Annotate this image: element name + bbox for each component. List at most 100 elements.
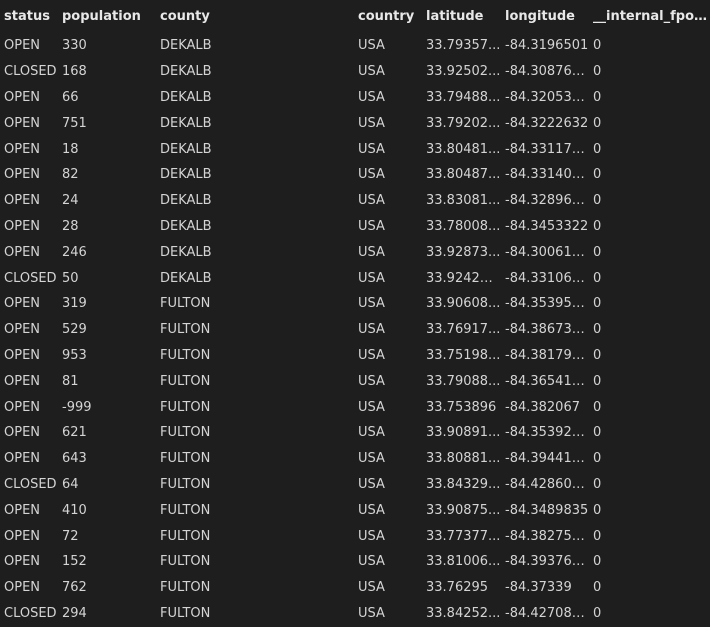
county-cell[interactable]: DEKALB (156, 193, 354, 208)
table-row[interactable]: OPEN 72 FULTON USA 33.77377... -84.382754... 0 (0, 523, 710, 549)
table-row[interactable]: OPEN 82 DEKALB USA 33.80487... -84.331409... 0 (0, 162, 710, 188)
country-cell[interactable]: USA (354, 193, 422, 208)
status-cell[interactable]: CLOSED (0, 271, 58, 286)
country-cell[interactable]: USA (354, 374, 422, 389)
status-cell[interactable]: OPEN (0, 167, 58, 182)
county-cell[interactable]: DEKALB (156, 271, 354, 286)
status-cell[interactable]: OPEN (0, 400, 58, 415)
longitude-cell[interactable]: -84.353951... (501, 296, 589, 311)
population-cell[interactable]: 621 (58, 425, 156, 440)
longitude-cell[interactable]: -84.365410... (501, 374, 589, 389)
table-row[interactable]: OPEN 246 DEKALB USA 33.92873... -84.300614...… (0, 239, 710, 265)
population-cell[interactable]: 152 (58, 554, 156, 569)
latitude-cell[interactable]: 33.81006... (422, 554, 501, 569)
internal-fpos-cell[interactable]: 0 (589, 271, 710, 286)
latitude-cell[interactable]: 33.90891... (422, 425, 501, 440)
table-row[interactable]: CLOSED 64 FULTON USA 33.84329... -84.428601..… (0, 472, 710, 498)
status-cell[interactable]: OPEN (0, 580, 58, 595)
internal-fpos-cell[interactable]: 0 (589, 64, 710, 79)
latitude-cell[interactable]: 33.84252... (422, 606, 501, 621)
country-cell[interactable]: USA (354, 64, 422, 79)
country-cell[interactable]: USA (354, 245, 422, 260)
country-cell[interactable]: USA (354, 38, 422, 53)
internal-fpos-cell[interactable]: 0 (589, 554, 710, 569)
table-row[interactable]: CLOSED 294 FULTON USA 33.84252... -84.427087.… (0, 601, 710, 627)
longitude-cell[interactable]: -84.3489835 (501, 503, 589, 518)
longitude-cell[interactable]: -84.331065... (501, 271, 589, 286)
country-cell[interactable]: USA (354, 580, 422, 595)
population-cell[interactable]: 246 (58, 245, 156, 260)
county-cell[interactable]: FULTON (156, 606, 354, 621)
population-cell[interactable]: 66 (58, 90, 156, 105)
county-cell[interactable]: DEKALB (156, 142, 354, 157)
country-cell[interactable]: USA (354, 142, 422, 157)
longitude-cell[interactable]: -84.382067 (501, 400, 589, 415)
table-row[interactable]: OPEN 529 FULTON USA 33.76917... -84.386731...… (0, 317, 710, 343)
latitude-cell[interactable]: 33.80487... (422, 167, 501, 182)
longitude-cell[interactable]: -84.37339 (501, 580, 589, 595)
county-cell[interactable]: FULTON (156, 425, 354, 440)
latitude-cell[interactable]: 33.90608... (422, 296, 501, 311)
longitude-cell[interactable]: -84.308765... (501, 64, 589, 79)
country-cell[interactable]: USA (354, 296, 422, 311)
country-cell[interactable]: USA (354, 348, 422, 363)
latitude-cell[interactable]: 33.79088... (422, 374, 501, 389)
country-cell[interactable]: USA (354, 219, 422, 234)
internal-fpos-cell[interactable]: 0 (589, 296, 710, 311)
status-cell[interactable]: OPEN (0, 296, 58, 311)
latitude-cell[interactable]: 33.77377... (422, 529, 501, 544)
county-cell[interactable]: DEKALB (156, 64, 354, 79)
population-cell[interactable]: 643 (58, 451, 156, 466)
county-cell[interactable]: DEKALB (156, 167, 354, 182)
country-cell[interactable]: USA (354, 606, 422, 621)
latitude-cell[interactable]: 33.92873... (422, 245, 501, 260)
county-cell[interactable]: DEKALB (156, 245, 354, 260)
status-cell[interactable]: OPEN (0, 90, 58, 105)
longitude-cell[interactable]: -84.300614... (501, 245, 589, 260)
population-cell[interactable]: -999 (58, 400, 156, 415)
latitude-cell[interactable]: 33.84329... (422, 477, 501, 492)
longitude-cell[interactable]: -84.3453322 (501, 219, 589, 234)
internal-fpos-cell[interactable]: 0 (589, 529, 710, 544)
internal-fpos-cell[interactable]: 0 (589, 348, 710, 363)
country-cell[interactable]: USA (354, 503, 422, 518)
country-cell[interactable]: USA (354, 425, 422, 440)
status-cell[interactable]: OPEN (0, 219, 58, 234)
table-row[interactable]: OPEN 18 DEKALB USA 33.80481... -84.331172... 0 (0, 136, 710, 162)
table-row[interactable]: OPEN 330 DEKALB USA 33.79357... -84.3196501 0 (0, 33, 710, 59)
longitude-cell[interactable]: -84.381791... (501, 348, 589, 363)
latitude-cell[interactable]: 33.92502... (422, 64, 501, 79)
county-cell[interactable]: FULTON (156, 451, 354, 466)
table-row[interactable]: CLOSED 168 DEKALB USA 33.92502... -84.308765.… (0, 59, 710, 85)
population-cell[interactable]: 330 (58, 38, 156, 53)
table-row[interactable]: OPEN -999 FULTON USA 33.753896 -84.382067 0 (0, 394, 710, 420)
country-cell[interactable]: USA (354, 116, 422, 131)
country-cell[interactable]: USA (354, 400, 422, 415)
longitude-cell[interactable]: -84.427087... (501, 606, 589, 621)
column-header-country[interactable]: country (354, 9, 422, 24)
population-cell[interactable]: 168 (58, 64, 156, 79)
internal-fpos-cell[interactable]: 0 (589, 116, 710, 131)
latitude-cell[interactable]: 33.79488... (422, 90, 501, 105)
longitude-cell[interactable]: -84.331409... (501, 167, 589, 182)
table-row[interactable]: OPEN 28 DEKALB USA 33.78008... -84.3453322 0 (0, 214, 710, 240)
county-cell[interactable]: FULTON (156, 296, 354, 311)
population-cell[interactable]: 529 (58, 322, 156, 337)
status-cell[interactable]: OPEN (0, 322, 58, 337)
county-cell[interactable]: FULTON (156, 348, 354, 363)
table-row[interactable]: OPEN 66 DEKALB USA 33.79488... -84.320531... 0 (0, 85, 710, 111)
status-cell[interactable]: CLOSED (0, 477, 58, 492)
column-header-status[interactable]: status (0, 9, 58, 24)
status-cell[interactable]: OPEN (0, 451, 58, 466)
country-cell[interactable]: USA (354, 451, 422, 466)
county-cell[interactable]: DEKALB (156, 116, 354, 131)
table-row[interactable]: OPEN 762 FULTON USA 33.76295 -84.37339 0 (0, 575, 710, 601)
longitude-cell[interactable]: -84.3196501 (501, 38, 589, 53)
longitude-cell[interactable]: -84.3222632 (501, 116, 589, 131)
status-cell[interactable]: OPEN (0, 425, 58, 440)
longitude-cell[interactable]: -84.394415... (501, 451, 589, 466)
county-cell[interactable]: FULTON (156, 554, 354, 569)
internal-fpos-cell[interactable]: 0 (589, 606, 710, 621)
county-cell[interactable]: FULTON (156, 580, 354, 595)
internal-fpos-cell[interactable]: 0 (589, 90, 710, 105)
